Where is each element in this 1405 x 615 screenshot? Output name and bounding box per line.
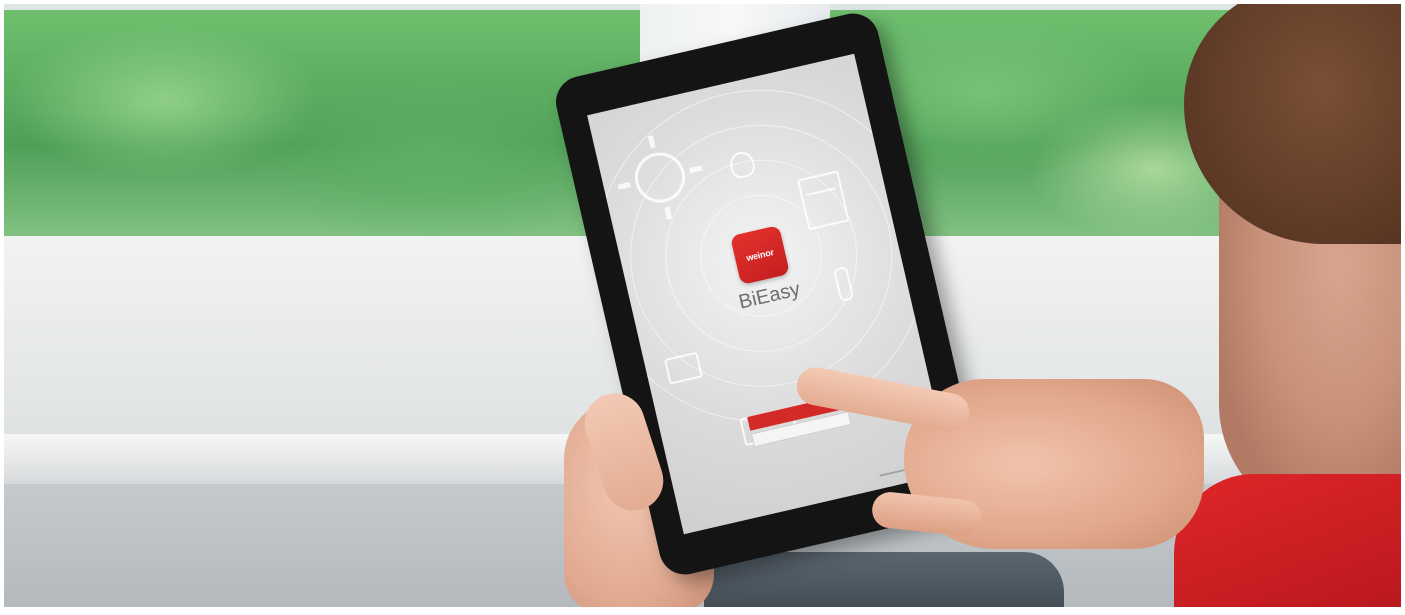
person-legs [704,552,1064,607]
photo: weinor BiEasy [4,4,1401,607]
person-shirt [1174,474,1401,607]
app-logo-text: weinor [745,247,775,264]
